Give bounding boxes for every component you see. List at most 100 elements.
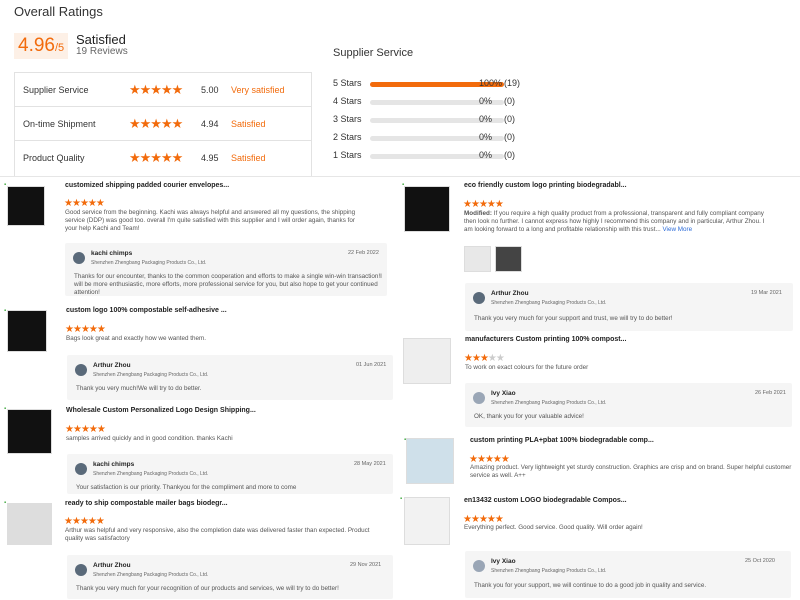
reply-text: Thanks for our encounter, thanks to the … (74, 273, 382, 296)
ratings-table: Supplier Service ★★★★★ 5.00 Very satisfi… (14, 72, 312, 177)
review-photo[interactable] (464, 246, 491, 272)
score-value: 4.96 (18, 35, 55, 56)
avatar (473, 292, 485, 304)
reply-name: Arthur Zhou (93, 562, 131, 569)
review-text: Bags look great and exactly how we wante… (66, 335, 207, 342)
reply-text: Thank you very much for your support and… (474, 315, 673, 322)
reply-company: Shenzhen Zhengbang Packaging Products Co… (93, 572, 209, 578)
bar-percent: 0% (479, 150, 493, 160)
star-icon: ★ (96, 324, 106, 335)
review-product-title[interactable]: ready to ship compostable mailer bags bi… (65, 500, 228, 507)
review-product-title[interactable]: manufacturers Custom printing 100% compo… (465, 336, 626, 343)
rating-label: Product Quality (23, 153, 85, 163)
bar-count: (0) (504, 132, 515, 142)
rating-label: Supplier Service (23, 85, 89, 95)
seller-reply: Arthur Zhou Shenzhen Zhengbang Packaging… (67, 355, 393, 400)
rating-stars: ★★★★★ (129, 150, 183, 166)
star-icon: ★ (88, 324, 98, 335)
star-icon: ★★★★★ (129, 150, 183, 165)
reply-text: Your satisfaction is our priority. Thank… (76, 484, 297, 491)
rating-word: Very satisfied (231, 85, 285, 95)
reply-text: OK, thank you for your valuable advice! (474, 413, 584, 420)
product-thumbnail[interactable] (7, 409, 52, 454)
product-thumbnail[interactable] (7, 503, 52, 545)
star-icon: ★ (88, 424, 98, 435)
review-text-body: If you require a high quality product fr… (464, 210, 765, 233)
review-text: Everything perfect. Good service. Good q… (464, 524, 643, 531)
star-bar-1: 1 Stars 0% (0) (333, 149, 533, 163)
star-icon: ★ (64, 198, 73, 209)
star-icon: ★ (96, 424, 106, 435)
seller-reply: Arthur Zhou Shenzhen Zhengbang Packaging… (67, 555, 393, 599)
rating-stars: ★★★★★ (129, 82, 183, 98)
star-icon: ★ (80, 424, 90, 435)
bar-percent: 0% (479, 96, 493, 106)
bar-count: (0) (504, 114, 515, 124)
review-video[interactable] (495, 246, 522, 272)
supplier-service-title: Supplier Service (333, 47, 414, 59)
reply-company: Shenzhen Zhengbang Packaging Products Co… (491, 400, 607, 406)
star-bar-5: 5 Stars 100% (19) (333, 77, 533, 91)
avatar (75, 463, 87, 475)
review-text: Modified: If you require a high quality … (464, 210, 774, 234)
review-product-title[interactable]: en13432 custom LOGO biodegradable Compos… (464, 497, 627, 504)
reply-date: 01 Jun 2021 (356, 362, 387, 368)
reply-name: Ivy Xiao (491, 558, 516, 565)
rating-word: Satisfied (231, 153, 266, 163)
reviews-count: 19 Reviews (76, 46, 128, 57)
review-text: Amazing product. Very lightweight yet st… (470, 464, 792, 479)
star-icon: ★ (72, 424, 82, 435)
avatar (75, 364, 87, 376)
avatar (473, 560, 485, 572)
review-product-title[interactable]: custom printing PLA+pbat 100% biodegrada… (470, 437, 654, 444)
bar-percent: 0% (479, 132, 493, 142)
star-icon: ★ (478, 199, 488, 210)
star-icon: ★ (71, 198, 81, 209)
review-text: Good service from the beginning. Kachi w… (65, 209, 356, 232)
product-thumbnail[interactable] (404, 186, 450, 232)
reply-name: kachi chimps (93, 461, 135, 468)
star-bar-2: 2 Stars 0% (0) (333, 131, 533, 145)
star-icon: ★ (487, 353, 497, 364)
star-icon: ★ (471, 353, 481, 364)
star-icon: ★ (87, 516, 97, 527)
review-product-title[interactable]: eco friendly custom logo printing biodeg… (464, 182, 627, 189)
rating-score: 5.00 (201, 85, 219, 95)
bar-percent: 100% (479, 78, 503, 88)
star-icon: ★ (72, 324, 82, 335)
reply-date: 19 Mar 2021 (751, 290, 782, 296)
star-icon: ★ (79, 516, 89, 527)
product-thumbnail[interactable] (406, 438, 454, 484)
review-product-title[interactable]: Wholesale Custom Personalized Logo Desig… (66, 407, 256, 414)
reply-name: Arthur Zhou (491, 290, 529, 297)
reply-company: Shenzhen Zhengbang Packaging Products Co… (491, 300, 607, 306)
review-text: To work on exact colours for the future … (465, 364, 589, 371)
product-thumbnail[interactable] (403, 338, 451, 384)
star-icon: ★ (95, 516, 105, 527)
rating-label: On-time Shipment (23, 119, 96, 129)
reply-date: 22 Feb 2022 (348, 250, 379, 256)
review-text: samples arrived quickly and in good cond… (66, 435, 233, 442)
review-product-title[interactable]: custom logo 100% compostable self-adhesi… (66, 307, 227, 314)
star-icon: ★ (479, 353, 489, 364)
review-product-title[interactable]: customized shipping padded courier envel… (65, 182, 229, 189)
star-icon: ★ (65, 324, 74, 335)
bar-label: 3 Stars (333, 114, 362, 124)
bar-label: 4 Stars (333, 96, 362, 106)
product-thumbnail[interactable] (7, 310, 47, 352)
rating-score: 4.94 (201, 119, 219, 129)
bar-count: (0) (504, 150, 515, 160)
star-icon: ★★★★★ (129, 82, 183, 97)
page-title: Overall Ratings (14, 4, 103, 19)
seller-reply: Arthur Zhou Shenzhen Zhengbang Packaging… (465, 283, 793, 331)
rating-row: Supplier Service ★★★★★ 5.00 Very satisfi… (15, 73, 311, 107)
reply-date: 28 May 2021 (354, 461, 386, 467)
product-thumbnail[interactable] (7, 186, 45, 226)
product-thumbnail[interactable] (404, 497, 450, 545)
view-more-link[interactable]: View More (662, 226, 692, 233)
star-icon: ★ (495, 353, 505, 364)
reply-company: Shenzhen Zhengbang Packaging Products Co… (491, 568, 607, 574)
seller-reply: Ivy Xiao Shenzhen Zhengbang Packaging Pr… (465, 383, 792, 427)
reply-company: Shenzhen Zhengbang Packaging Products Co… (93, 372, 209, 378)
rating-word: Satisfied (231, 119, 266, 129)
